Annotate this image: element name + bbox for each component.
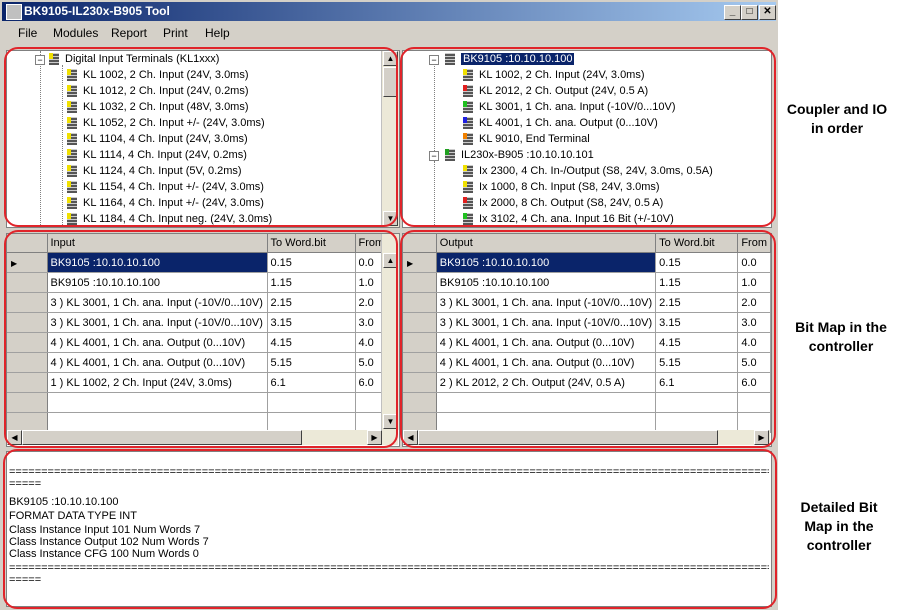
annotation-ring <box>3 449 777 609</box>
app-icon <box>6 4 22 20</box>
menu-modules[interactable]: Modules <box>53 26 98 40</box>
annotation-ring <box>400 47 776 227</box>
menu-file[interactable]: File <box>18 26 37 40</box>
note-detailed-bit-map: Detailed Bit Map in the controller <box>800 499 878 553</box>
close-button[interactable]: ✕ <box>759 5 776 20</box>
maximize-button[interactable]: □ <box>741 5 758 20</box>
menu-help[interactable]: Help <box>205 26 230 40</box>
annotation-ring <box>4 230 398 448</box>
title-bar: BK9105-IL230x-B905 Tool _ □ ✕ <box>2 2 776 21</box>
menu-print[interactable]: Print <box>163 26 188 40</box>
annotation-ring <box>400 230 776 448</box>
minimize-button[interactable]: _ <box>724 5 741 20</box>
annotation-ring <box>4 47 398 227</box>
menu-report[interactable]: Report <box>111 26 147 40</box>
note-coupler-io: Coupler and IO in order <box>786 101 888 136</box>
note-bit-map: Bit Map in the controller <box>795 319 887 354</box>
window-title: BK9105-IL230x-B905 Tool <box>24 4 170 18</box>
menu-bar: File Modules Report Print Help <box>2 22 776 44</box>
